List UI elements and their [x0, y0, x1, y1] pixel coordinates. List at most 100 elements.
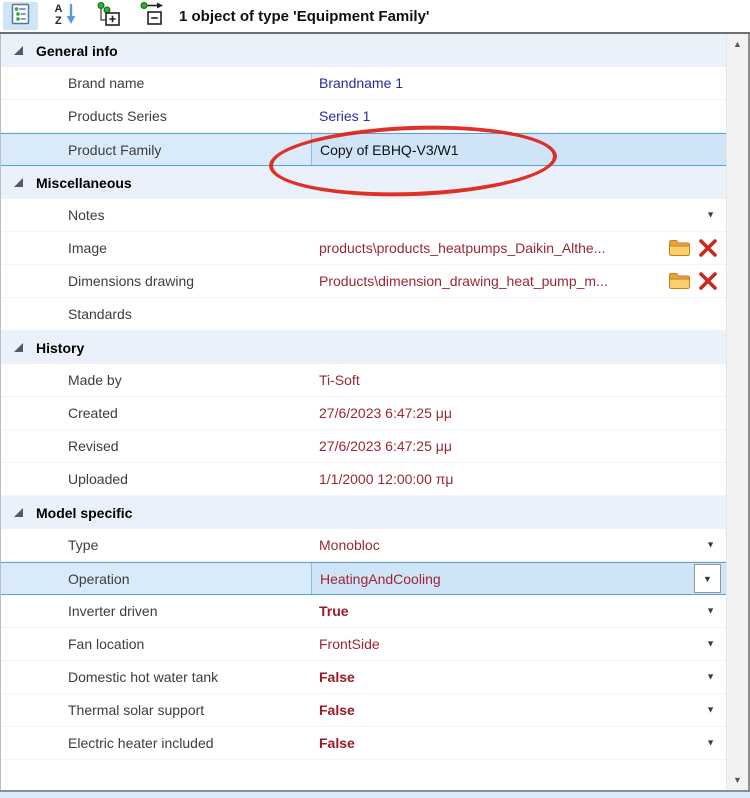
scrollbar-track[interactable] — [727, 54, 748, 770]
property-row-brand-name[interactable]: Brand name Brandname 1 — [1, 67, 726, 100]
category-miscellaneous[interactable]: Miscellaneous — [1, 166, 726, 199]
empty-grid-area — [1, 760, 726, 790]
sort-alphabetical-button[interactable]: A Z — [47, 2, 82, 30]
property-label: Type — [68, 537, 99, 553]
property-row-product-family[interactable]: Product Family Copy of EBHQ-V3/W1 — [1, 133, 726, 166]
property-value-text: Monobloc — [319, 537, 380, 553]
scrollbar-down-arrow[interactable]: ▼ — [727, 770, 748, 790]
property-row-operation[interactable]: Operation HeatingAndCooling ▼ — [1, 562, 726, 595]
browse-folder-button[interactable] — [668, 239, 691, 257]
categorized-list-icon — [10, 3, 32, 30]
property-label: Products Series — [68, 108, 167, 124]
property-row-uploaded[interactable]: Uploaded 1/1/2000 12:00:00 πμ — [1, 463, 726, 496]
property-value-text: products\products_heatpumps_Daikin_Althe… — [319, 240, 606, 256]
property-value[interactable] — [311, 298, 726, 330]
property-value-text: False — [319, 702, 355, 718]
browse-folder-button[interactable] — [668, 272, 691, 290]
property-row-standards[interactable]: Standards — [1, 298, 726, 331]
delete-x-svg — [699, 272, 717, 290]
dropdown-arrow-icon[interactable]: ▼ — [706, 606, 715, 616]
property-label: Product Family — [68, 141, 162, 158]
category-title: General info — [36, 42, 118, 59]
property-value[interactable]: 27/6/2023 6:47:25 μμ — [311, 430, 726, 462]
property-value[interactable]: 1/1/2000 12:00:00 πμ — [311, 463, 726, 495]
category-title: Miscellaneous — [36, 174, 132, 191]
expand-all-icon — [95, 1, 123, 32]
property-value-text: False — [319, 735, 355, 751]
collapse-all-button[interactable] — [135, 1, 170, 30]
category-expanded-icon — [14, 46, 23, 55]
object-count-title: 1 object of type 'Equipment Family' — [179, 7, 430, 25]
property-label: Uploaded — [68, 471, 128, 487]
svg-text:Z: Z — [55, 15, 62, 27]
property-value-text: Copy of EBHQ-V3/W1 — [320, 141, 459, 158]
property-label: Created — [68, 405, 118, 421]
property-value[interactable]: HeatingAndCooling ▼ — [311, 563, 726, 594]
category-title: History — [36, 339, 85, 356]
property-row-fan-location[interactable]: Fan location FrontSide ▼ — [1, 628, 726, 661]
property-value[interactable]: True ▼ — [311, 595, 726, 627]
property-label: Image — [68, 240, 107, 256]
property-row-inverter-driven[interactable]: Inverter driven True ▼ — [1, 595, 726, 628]
property-row-revised[interactable]: Revised 27/6/2023 6:47:25 μμ — [1, 430, 726, 463]
property-label: Dimensions drawing — [68, 273, 195, 289]
property-row-created[interactable]: Created 27/6/2023 6:47:25 μμ — [1, 397, 726, 430]
property-row-domestic-hot-water-tank[interactable]: Domestic hot water tank False ▼ — [1, 661, 726, 694]
delete-file-button[interactable] — [698, 239, 718, 257]
property-row-notes[interactable]: Notes ▼ — [1, 199, 726, 232]
property-label: Operation — [68, 570, 130, 587]
category-general-info[interactable]: General info — [1, 34, 726, 67]
dropdown-arrow-icon[interactable]: ▼ — [706, 672, 715, 682]
category-title: Model specific — [36, 504, 133, 521]
property-value-text: 1/1/2000 12:00:00 πμ — [319, 471, 454, 487]
category-expanded-icon — [14, 343, 23, 352]
toolbar: A Z 1 object of type 'Equipment Family' — [0, 0, 750, 34]
property-value[interactable]: Series 1 — [311, 100, 726, 132]
property-value-text: True — [319, 603, 349, 619]
dropdown-arrow-icon[interactable]: ▼ — [706, 639, 715, 649]
property-value[interactable]: ▼ — [311, 199, 726, 231]
property-value[interactable]: Brandname 1 — [311, 67, 726, 99]
category-expanded-icon — [14, 178, 23, 187]
combo-dropdown-button[interactable]: ▼ — [694, 564, 721, 593]
property-grid: General info Brand name Brandname 1 Product… — [0, 34, 750, 790]
property-value[interactable]: Copy of EBHQ-V3/W1 — [311, 134, 726, 165]
property-row-electric-heater-included[interactable]: Electric heater included False ▼ — [1, 727, 726, 760]
property-value[interactable]: FrontSide ▼ — [311, 628, 726, 660]
property-value[interactable]: Monobloc ▼ — [311, 529, 726, 561]
property-row-products-series[interactable]: Products Series Series 1 — [1, 100, 726, 133]
property-value[interactable]: Ti-Soft — [311, 364, 726, 396]
sort-az-icon: A Z — [52, 1, 78, 32]
dropdown-arrow-icon[interactable]: ▼ — [706, 540, 715, 550]
categorized-view-button[interactable] — [3, 2, 38, 30]
property-value[interactable]: 27/6/2023 6:47:25 μμ — [311, 397, 726, 429]
property-value[interactable]: products\products_heatpumps_Daikin_Althe… — [311, 232, 726, 264]
property-value[interactable]: False ▼ — [311, 727, 726, 759]
property-value-text: 27/6/2023 6:47:25 μμ — [319, 438, 452, 454]
property-row-thermal-solar-support[interactable]: Thermal solar support False ▼ — [1, 694, 726, 727]
property-value[interactable]: False ▼ — [311, 694, 726, 726]
scrollbar-up-arrow[interactable]: ▲ — [727, 34, 748, 54]
property-value-text: Series 1 — [319, 108, 371, 124]
delete-file-button[interactable] — [698, 272, 718, 290]
vertical-scrollbar[interactable]: ▲ ▼ — [726, 34, 748, 790]
property-row-made-by[interactable]: Made by Ti-Soft — [1, 364, 726, 397]
property-value[interactable]: Products\dimension_drawing_heat_pump_m..… — [311, 265, 726, 297]
property-row-image[interactable]: Image products\products_heatpumps_Daikin_… — [1, 232, 726, 265]
property-label: Domestic hot water tank — [68, 669, 219, 685]
property-value-text: HeatingAndCooling — [320, 570, 441, 587]
property-row-dimensions-drawing[interactable]: Dimensions drawing Products\dimension_dra… — [1, 265, 726, 298]
category-model-specific[interactable]: Model specific — [1, 496, 726, 529]
bottom-edge-strip — [0, 790, 750, 798]
property-value[interactable]: False ▼ — [311, 661, 726, 693]
category-expanded-icon — [14, 508, 23, 517]
dropdown-arrow-icon[interactable]: ▼ — [706, 705, 715, 715]
dropdown-arrow-icon[interactable]: ▼ — [706, 210, 715, 220]
property-value-text: Brandname 1 — [319, 75, 404, 91]
property-value-text: False — [319, 669, 355, 685]
expand-all-button[interactable] — [91, 1, 126, 32]
category-history[interactable]: History — [1, 331, 726, 364]
dropdown-arrow-icon[interactable]: ▼ — [706, 738, 715, 748]
property-row-type[interactable]: Type Monobloc ▼ — [1, 529, 726, 562]
property-label: Notes — [68, 207, 105, 223]
